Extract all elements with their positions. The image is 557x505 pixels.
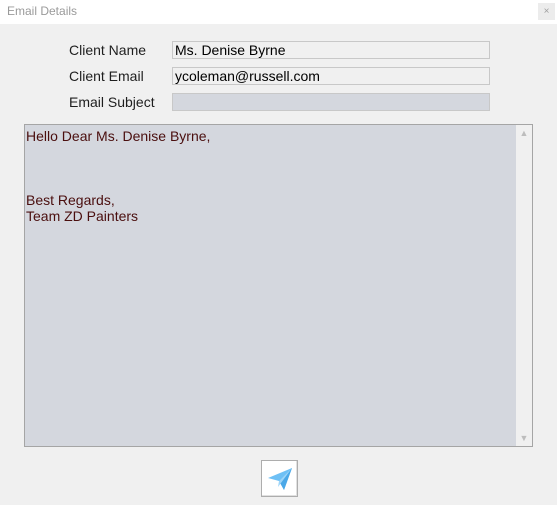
email-body-textarea[interactable]: Hello Dear Ms. Denise Byrne, Best Regard… — [24, 124, 533, 447]
client-name-label: Client Name — [69, 42, 147, 58]
email-details-window: Email Details × Client Name Ms. Denise B… — [0, 0, 557, 505]
title-bar: Email Details × — [0, 0, 557, 24]
client-email-field[interactable]: ycoleman@russell.com — [172, 67, 490, 85]
email-body-text: Hello Dear Ms. Denise Byrne, Best Regard… — [26, 128, 211, 224]
email-subject-field[interactable] — [172, 93, 490, 111]
send-email-button[interactable] — [261, 460, 298, 497]
client-email-label: Client Email — [69, 68, 144, 84]
email-subject-label: Email Subject — [69, 94, 155, 110]
close-button[interactable]: × — [538, 3, 555, 20]
client-name-field[interactable]: Ms. Denise Byrne — [172, 41, 490, 59]
body-scrollbar[interactable]: ▲ ▼ — [516, 125, 532, 446]
window-title: Email Details — [7, 4, 78, 18]
scroll-down-arrow-icon[interactable]: ▼ — [516, 430, 532, 446]
paper-plane-icon — [268, 468, 292, 490]
scroll-up-arrow-icon[interactable]: ▲ — [516, 125, 532, 141]
